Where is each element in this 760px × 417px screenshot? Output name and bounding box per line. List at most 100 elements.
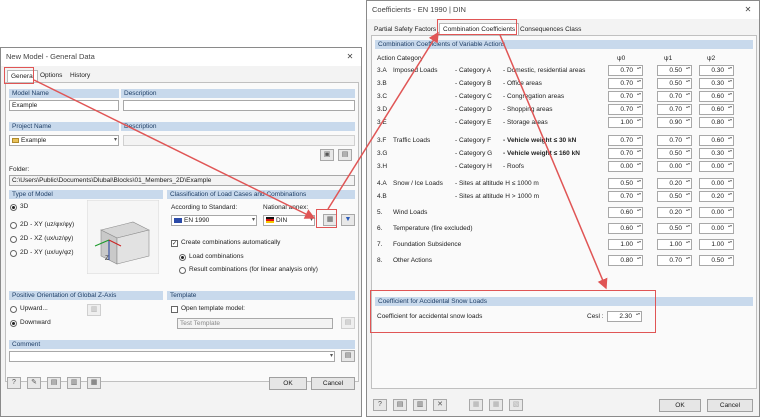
psi1-input[interactable]: 0.70 [657,255,692,266]
psi1-input[interactable]: 0.50 [657,191,692,202]
cancel-button[interactable]: Cancel [311,377,355,390]
row-category: - Category H [455,163,492,170]
psi2-input[interactable]: 0.00 [699,207,734,218]
template-select: Test Template [177,318,333,329]
psi2-input[interactable]: 0.50 [699,255,734,266]
cancel-button[interactable]: Cancel [707,399,753,412]
psi2-input[interactable]: 0.30 [699,78,734,89]
filter-icon[interactable]: ▼ [341,214,355,226]
psi2-input[interactable]: 0.80 [699,117,734,128]
coefficients-dialog: Coefficients - EN 1990 | DIN ✕ Partial S… [366,0,760,417]
psi1-input[interactable]: 0.70 [657,91,692,102]
close-icon[interactable]: ✕ [741,3,755,16]
psi0-input[interactable]: 1.00 [608,117,643,128]
chevron-down-icon: ▾ [329,353,333,359]
psi2-input[interactable]: 1.00 [699,239,734,250]
psi2-input[interactable]: 0.20 [699,191,734,202]
help-icon[interactable]: ? [7,377,21,389]
comment-edit-icon[interactable]: ▤ [341,350,355,362]
dialog-title: Coefficients - EN 1990 | DIN [372,5,466,14]
radio-3d[interactable] [10,204,17,211]
open-template-checkbox[interactable] [171,306,178,313]
psi0-input[interactable]: 0.70 [608,65,643,76]
save-icon[interactable]: ▥ [413,399,427,411]
comment-input[interactable]: ▾ [9,351,335,362]
type-of-model-header: Type of Model [9,190,163,199]
row-category: - Category E [455,119,492,126]
psi1-input[interactable]: 0.50 [657,78,692,89]
radio-result-combinations[interactable] [179,267,186,274]
psi1-input[interactable]: 0.70 [657,135,692,146]
row-id: 4.A [377,180,387,187]
z-axis-header: Positive Orientation of Global Z-Axis [9,291,163,300]
psi0-input[interactable]: 0.70 [608,148,643,159]
psi0-input[interactable]: 0.00 [608,161,643,172]
psi1-input[interactable]: 0.50 [657,65,692,76]
psi0-input[interactable]: 0.60 [608,207,643,218]
ok-button[interactable]: OK [659,399,701,412]
psi1-input[interactable]: 1.00 [657,239,692,250]
psi2-input[interactable]: 0.00 [699,223,734,234]
title-bar: Coefficients - EN 1990 | DIN ✕ [367,1,759,19]
radio-upward[interactable] [10,306,17,313]
new-project-icon[interactable]: ▤ [338,149,352,161]
radio-2d-xz[interactable] [10,236,17,243]
german-flag-icon [266,217,274,224]
tab-options[interactable]: Options [37,70,65,82]
psi2-input[interactable]: 0.30 [699,148,734,159]
radio-load-combinations[interactable] [179,254,186,261]
general-data-dialog: New Model - General Data ✕ General Optio… [0,47,362,417]
svg-text:Z: Z [105,256,109,262]
psi0-input[interactable]: 0.50 [608,178,643,189]
psi0-input[interactable]: 1.00 [608,239,643,250]
psi2-input[interactable]: 0.60 [699,135,734,146]
annex-select[interactable]: DIN ▾ [263,215,315,226]
edit-icon[interactable]: ✎ [27,377,41,389]
close-icon[interactable]: ✕ [343,50,357,63]
delete-icon[interactable]: ✕ [433,399,447,411]
psi1-input[interactable]: 0.20 [657,178,692,189]
model-name-input[interactable]: Example [9,100,119,111]
eu-flag-icon [174,217,182,223]
psi1-input[interactable]: 0.50 [657,148,692,159]
import-icon[interactable]: ▥ [67,377,81,389]
psi0-input[interactable]: 0.80 [608,255,643,266]
radio-2d-xy-z[interactable] [10,222,17,229]
annex-value: DIN [276,217,288,224]
radio-downward[interactable] [10,320,17,327]
radio-2d-xy-u[interactable] [10,250,17,257]
psi2-input[interactable]: 0.00 [699,178,734,189]
psi2-input[interactable]: 0.60 [699,91,734,102]
psi0-input[interactable]: 0.70 [608,91,643,102]
load-icon[interactable]: ▤ [47,377,61,389]
project-select[interactable]: Example ▾ [9,135,119,146]
psi2-input[interactable]: 0.00 [699,161,734,172]
load-icon[interactable]: ▤ [393,399,407,411]
psi1-input[interactable]: 0.20 [657,207,692,218]
psi0-input[interactable]: 0.60 [608,223,643,234]
ok-button[interactable]: OK [269,377,307,390]
template-browse-icon: ▤ [341,317,355,329]
psi0-input[interactable]: 0.70 [608,78,643,89]
create-combinations-checkbox[interactable]: ✓ [171,240,178,247]
title-bar: New Model - General Data ✕ [1,48,361,66]
psi0-input[interactable]: 0.70 [608,135,643,146]
psi2-input[interactable]: 0.30 [699,65,734,76]
radio-2d-xz-label: 2D - XZ (ux/uz/φy) [20,235,74,242]
export-icon[interactable]: ▦ [87,377,101,389]
psi1-input[interactable]: 0.70 [657,104,692,115]
row-category: - Category C [455,93,492,100]
row-description: - Roofs [503,163,524,170]
psi2-input[interactable]: 0.60 [699,104,734,115]
standard-select[interactable]: EN 1990 ▾ [171,215,257,226]
psi1-input[interactable]: 0.50 [657,223,692,234]
edit-project-icon[interactable]: ▣ [320,149,334,161]
psi0-input[interactable]: 0.70 [608,191,643,202]
help-icon[interactable]: ? [373,399,387,411]
description-input[interactable] [123,100,355,111]
tab-history[interactable]: History [67,70,93,82]
psi0-input[interactable]: 0.70 [608,104,643,115]
psi1-input[interactable]: 0.00 [657,161,692,172]
psi1-input[interactable]: 0.90 [657,117,692,128]
template-header: Template [167,291,355,300]
